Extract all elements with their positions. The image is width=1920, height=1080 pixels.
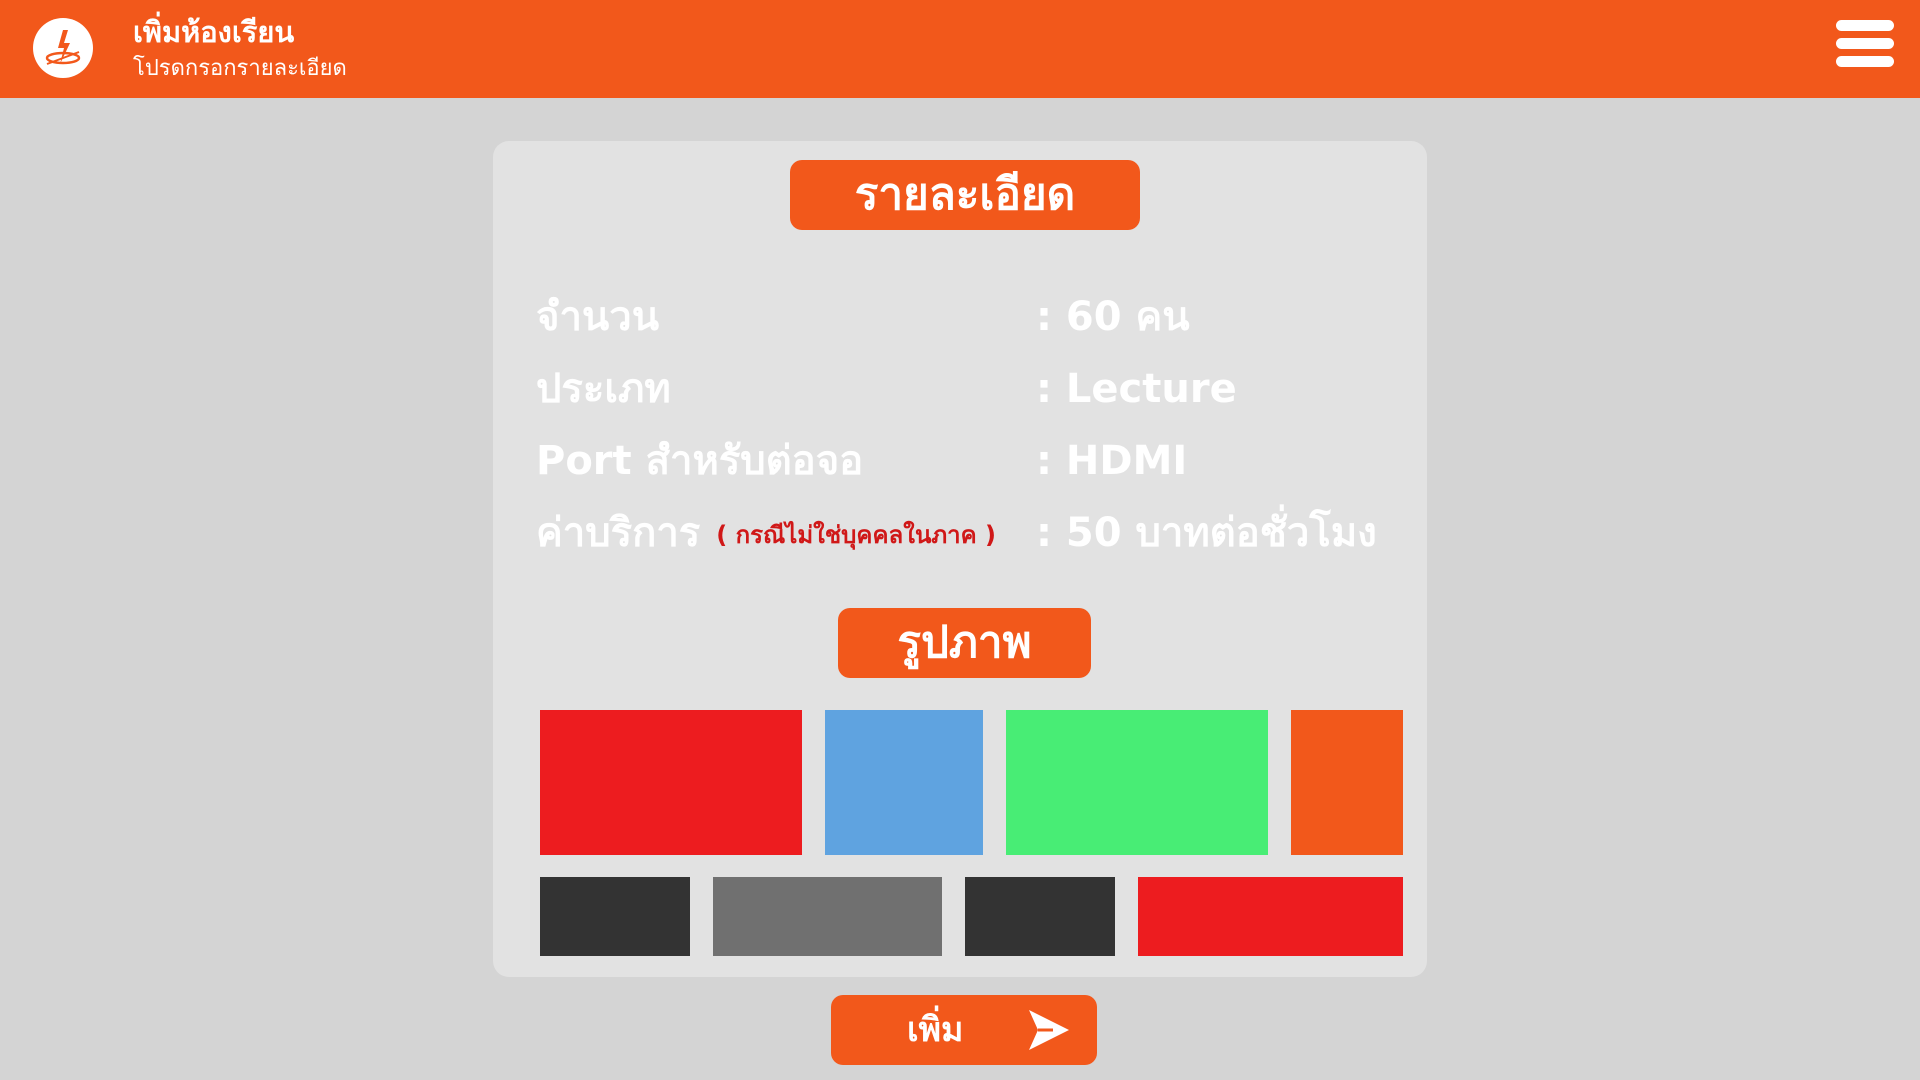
detail-row-port: Port สำหรับต่อจอ : HDMI [536, 431, 1396, 491]
page-title: เพิ่มห้องเรียน [133, 15, 295, 49]
detail-value: : 50 บาทต่อชั่วโมง [1036, 510, 1377, 556]
details-heading: รายละเอียด [790, 160, 1140, 230]
fee-note: ( กรณีไม่ใช่บุคคลในภาค ) [716, 521, 997, 549]
fee-label-text: ค่าบริการ [536, 510, 701, 556]
image-tile[interactable] [540, 877, 690, 956]
detail-label: Port สำหรับต่อจอ [536, 438, 864, 484]
image-tile[interactable] [540, 710, 802, 855]
send-arrow-icon [1025, 1007, 1071, 1057]
image-tile[interactable] [1138, 877, 1403, 956]
image-tile[interactable] [1291, 710, 1403, 855]
add-button-label: เพิ่ม [907, 1010, 964, 1050]
image-tile[interactable] [965, 877, 1115, 956]
hamburger-menu-icon[interactable] [1836, 20, 1894, 68]
images-heading: รูปภาพ [838, 608, 1091, 678]
image-tile[interactable] [713, 877, 942, 956]
image-tile[interactable] [825, 710, 983, 855]
detail-value: : 60 คน [1036, 294, 1190, 340]
detail-label: ค่าบริการ ( กรณีไม่ใช่บุคคลในภาค ) [536, 503, 996, 565]
detail-value: : Lecture [1036, 366, 1237, 412]
detail-label: ประเภท [536, 366, 671, 412]
detail-value: : HDMI [1036, 438, 1188, 484]
details-card: รายละเอียด จำนวน : 60 คน ประเภท : Lectur… [493, 141, 1427, 977]
add-button[interactable]: เพิ่ม [831, 995, 1097, 1065]
image-tile[interactable] [1006, 710, 1268, 855]
detail-row-fee: ค่าบริการ ( กรณีไม่ใช่บุคคลในภาค ) : 50 บ… [536, 503, 1396, 563]
detail-label: จำนวน [536, 294, 660, 340]
top-bar: เพิ่มห้องเรียน โปรดกรอกรายละเอียด [0, 0, 1920, 98]
detail-row-type: ประเภท : Lecture [536, 359, 1396, 419]
detail-row-capacity: จำนวน : 60 คน [536, 287, 1396, 347]
page-subtitle: โปรดกรอกรายละเอียด [133, 56, 347, 81]
lightning-logo-icon [33, 18, 93, 78]
